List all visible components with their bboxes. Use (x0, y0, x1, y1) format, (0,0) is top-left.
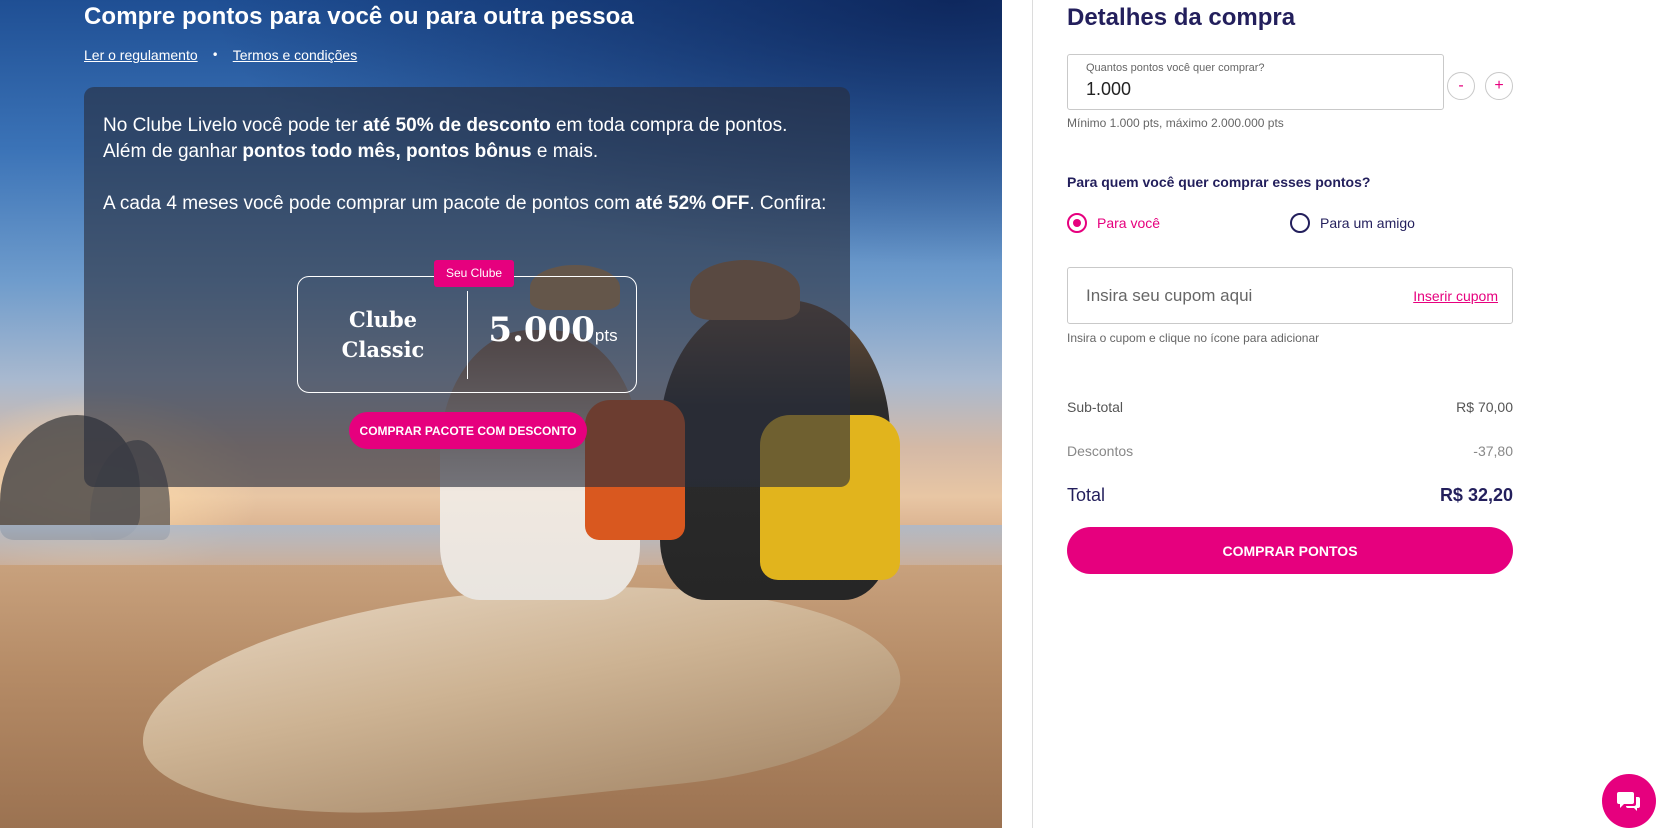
club-points: 5.000pts (468, 310, 638, 350)
points-value: 5.000 (488, 310, 595, 350)
promo-text: . Confira: (749, 193, 827, 214)
promo-highlight: pontos todo mês, pontos bônus (242, 141, 532, 162)
decrease-button[interactable]: - (1447, 72, 1475, 100)
radio-for-you[interactable]: Para você (1067, 213, 1160, 233)
radio-label-for-friend[interactable]: Para um amigo (1320, 215, 1415, 231)
quantity-label: Quantos pontos você quer comprar? (1086, 62, 1265, 74)
discount-label: Descontos (1067, 443, 1134, 459)
buy-package-button[interactable]: COMPRAR PACOTE COM DESCONTO (349, 412, 587, 449)
points-quantity-field[interactable]: Quantos pontos você quer comprar? 1.000 (1067, 54, 1444, 110)
coupon-field: Inserir cupom (1067, 267, 1513, 324)
terms-link[interactable]: Termos e condições (233, 47, 358, 63)
promo-paragraph-2: A cada 4 meses você pode comprar um paco… (103, 191, 833, 217)
promo-box: No Clube Livelo você pode ter até 50% de… (84, 87, 850, 487)
radio-selected-icon[interactable] (1067, 213, 1087, 233)
subtotal-label: Sub-total (1067, 399, 1124, 415)
page-title: Compre pontos para você ou para outra pe… (84, 3, 634, 30)
points-unit: pts (594, 326, 618, 345)
club-package-card: Clube Classic 5.000pts (297, 276, 637, 393)
rules-link[interactable]: Ler o regulamento (84, 47, 198, 63)
subtotal-value: R$ 70,00 (1456, 399, 1513, 415)
your-club-badge: Seu Clube (434, 260, 515, 287)
total-row: Total R$ 32,20 (1067, 485, 1513, 506)
coupon-hint: Insira o cupom e clique no ícone para ad… (1067, 331, 1320, 345)
radio-for-friend[interactable]: Para um amigo (1290, 213, 1415, 233)
promo-text: A cada 4 meses você pode comprar um paco… (103, 193, 636, 214)
hero-links: Ler o regulamento • Termos e condições (84, 47, 357, 63)
buy-points-button[interactable]: COMPRAR PONTOS (1067, 527, 1513, 574)
total-value: R$ 32,20 (1439, 485, 1513, 505)
promo-highlight: até 52% OFF (635, 193, 750, 214)
radio-label-for-you[interactable]: Para você (1097, 215, 1160, 231)
promo-text: e mais. (531, 141, 599, 162)
subtotal-row: Sub-total R$ 70,00 (1067, 399, 1513, 415)
coupon-input[interactable] (1086, 282, 1386, 310)
radio-unselected-icon[interactable] (1290, 213, 1310, 233)
discount-value: -37,80 (1473, 443, 1513, 459)
purchase-details-title: Detalhes da compra (1067, 4, 1296, 31)
link-separator: • (211, 48, 219, 62)
club-name: Clube Classic (298, 305, 468, 365)
quantity-hint: Mínimo 1.000 pts, máximo 2.000.000 pts (1067, 116, 1284, 130)
apply-coupon-link[interactable]: Inserir cupom (1413, 288, 1498, 304)
promo-paragraph-1: No Clube Livelo você pode ter até 50% de… (103, 113, 833, 165)
chat-bubbles-icon (1617, 792, 1640, 811)
recipient-question: Para quem você quer comprar esses pontos… (1067, 174, 1371, 190)
club-name-text: Clube Classic (341, 307, 425, 362)
chat-button[interactable] (1602, 774, 1656, 828)
promo-highlight: até 50% de desconto (362, 115, 551, 136)
total-label: Total (1067, 485, 1106, 505)
panel-divider (1032, 0, 1033, 828)
hero-banner: Compre pontos para você ou para outra pe… (0, 0, 1002, 828)
discount-row: Descontos -37,80 (1067, 443, 1513, 459)
increase-button[interactable]: + (1485, 72, 1513, 100)
quantity-value[interactable]: 1.000 (1086, 79, 1131, 100)
promo-text: No Clube Livelo você pode ter (103, 115, 363, 136)
